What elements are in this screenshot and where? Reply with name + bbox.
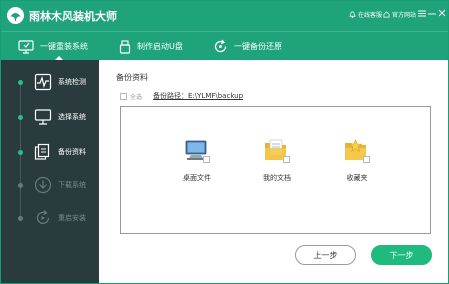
step-restart-install: 重启安装 — [1, 203, 99, 233]
minimize-icon — [428, 13, 436, 14]
monitor-icon — [18, 39, 34, 54]
item-checkbox[interactable] — [283, 156, 290, 163]
bell-icon — [349, 11, 356, 18]
step-system-check: 系统检测 — [1, 67, 99, 97]
steps-sidebar: 系统检测 选择系统 备份资料 下载系统 重启安装 — [1, 60, 99, 283]
backup-items-box: 桌面文件 我的文档 收藏夹 — [120, 106, 431, 234]
app-title: 雨林木风装机大师 — [29, 10, 117, 23]
main-nav: 一键重装系统 制作启动U盘 一键备份还原 — [1, 31, 448, 61]
online-support-label: 在线客服 — [358, 12, 383, 19]
backup-item-desktop-label: 桌面文件 — [183, 174, 211, 182]
select-all-label: 全选 — [130, 94, 143, 101]
tab-backup-restore-label: 一键备份还原 — [234, 42, 282, 51]
step-restart-label: 重启安装 — [58, 214, 86, 222]
backup-item-favorites-label: 收藏夹 — [346, 174, 368, 182]
step-indicator — [18, 115, 23, 120]
step-download-system: 下载系统 — [1, 170, 99, 200]
section-title: 备份资料 — [116, 73, 148, 82]
backup-data-icon — [34, 143, 50, 160]
step-system-check-label: 系统检测 — [58, 78, 86, 86]
backup-item-documents[interactable]: 我的文档 — [247, 137, 307, 197]
step-select-system-label: 选择系统 — [58, 113, 86, 121]
official-site-label: 官方网站 — [392, 12, 417, 19]
app-window: 雨林木风装机大师 在线客服 官方网站 一键重装系统 制作启动U盘 一键备份还原 … — [0, 0, 449, 284]
backup-restore-icon — [214, 39, 227, 53]
title-bar: 雨林木风装机大师 在线客服 官方网站 — [1, 1, 448, 31]
backup-item-favorites[interactable]: 收藏夹 — [327, 137, 387, 197]
step-backup-data: 备份资料 — [1, 137, 99, 167]
step-select-system: 选择系统 — [1, 102, 99, 132]
backup-item-documents-label: 我的文档 — [263, 174, 291, 182]
backup-panel: 备份资料 全选 备份路径：E:\YLMF\backup 桌面文件 我的文档 收藏… — [99, 60, 448, 283]
close-button[interactable] — [436, 7, 448, 19]
download-icon — [34, 176, 52, 194]
checkbox-box[interactable] — [120, 93, 127, 100]
step-backup-data-label: 备份资料 — [58, 148, 86, 156]
official-site-link[interactable]: 官方网站 — [383, 10, 416, 19]
backup-path-link[interactable]: 备份路径：E:\YLMF\backup — [153, 91, 243, 101]
home-icon — [383, 11, 390, 18]
tab-make-usb-label: 制作启动U盘 — [137, 42, 183, 51]
select-system-icon — [34, 109, 52, 125]
tab-reinstall-label: 一键重装系统 — [40, 42, 88, 51]
restart-icon — [36, 210, 50, 224]
step-indicator — [18, 150, 23, 155]
app-logo-icon — [7, 7, 24, 24]
step-indicator — [18, 183, 23, 188]
previous-step-button[interactable]: 上一步 — [295, 245, 356, 265]
online-support-link[interactable]: 在线客服 — [349, 10, 382, 19]
select-all-checkbox[interactable]: 全选 — [120, 92, 142, 101]
menu-icon — [418, 10, 426, 16]
step-download-label: 下载系统 — [58, 181, 86, 189]
step-indicator — [18, 216, 23, 221]
tab-backup-restore[interactable]: 一键备份还原 — [213, 32, 282, 61]
tab-reinstall-system[interactable]: 一键重装系统 — [18, 32, 88, 61]
item-checkbox[interactable] — [203, 156, 210, 163]
item-checkbox[interactable] — [363, 156, 370, 163]
backup-item-desktop[interactable]: 桌面文件 — [167, 137, 227, 197]
step-indicator — [18, 80, 23, 85]
usb-drive-icon — [119, 39, 131, 54]
next-step-button[interactable]: 下一步 — [371, 245, 432, 265]
close-icon — [438, 9, 446, 17]
tab-make-usb[interactable]: 制作启动U盘 — [119, 32, 183, 61]
system-check-icon — [34, 73, 52, 91]
